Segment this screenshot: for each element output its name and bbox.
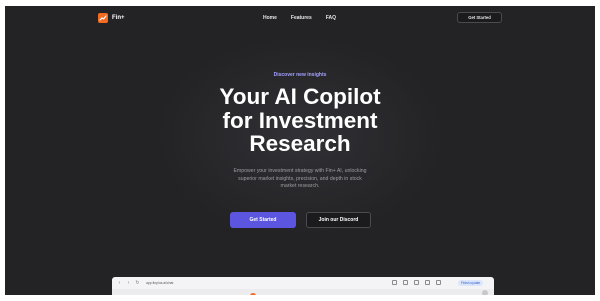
preview-url: app.finplus.ai/chat xyxy=(146,281,174,285)
chart-trend-icon xyxy=(98,13,108,23)
brand-name: Fin+ xyxy=(112,15,125,21)
get-started-button[interactable]: Get Started xyxy=(230,212,296,228)
forward-arrow-icon: › xyxy=(127,280,130,286)
hero-subtitle-line: market research. xyxy=(280,183,320,190)
hero-actions: Get Started Join our Discord xyxy=(230,212,371,228)
browser-preview: ‹ › ↻ app.finplus.ai/chat Finish update xyxy=(112,277,494,295)
app-window: Fin+ Home Features FAQ Get Started Disco… xyxy=(5,6,595,295)
profile-icon xyxy=(436,280,441,285)
nav-link-home[interactable]: Home xyxy=(263,15,277,21)
hero-subtitle-line: Empower your investment strategy with Fi… xyxy=(233,168,367,174)
back-arrow-icon: ‹ xyxy=(118,280,121,286)
hero-title-line: Your AI Copilot xyxy=(219,84,381,109)
preview-logo-dot xyxy=(250,293,256,295)
hero-subtitle-line: superior market insights, precision, and… xyxy=(238,175,362,182)
preview-update-badge: Finish update xyxy=(458,280,484,286)
join-discord-button[interactable]: Join our Discord xyxy=(306,212,371,228)
download-icon xyxy=(414,280,419,285)
hero-subtitle: Empower your investment strategy with Fi… xyxy=(5,168,595,191)
nav-links: Home Features FAQ xyxy=(263,15,336,21)
preview-nav-controls: ‹ › ↻ xyxy=(117,280,140,286)
reload-icon: ↻ xyxy=(135,280,140,286)
tab-icon xyxy=(425,280,430,285)
nav-link-faq[interactable]: FAQ xyxy=(326,15,336,21)
hero-title-line: for Investment xyxy=(222,107,378,133)
extension-icon xyxy=(392,280,397,285)
top-navbar: Fin+ Home Features FAQ Get Started xyxy=(5,6,595,30)
hero-title: Your AI Copilot for Investment Research xyxy=(5,85,595,156)
preview-content xyxy=(112,289,494,295)
nav-get-started-button[interactable]: Get Started xyxy=(457,12,502,23)
preview-toolbar: ‹ › ↻ app.finplus.ai/chat Finish update xyxy=(112,277,494,289)
hero-title-line: Research xyxy=(249,131,351,156)
bookmark-icon xyxy=(403,280,408,285)
hero-eyebrow: Discover new insights xyxy=(273,72,327,78)
nav-link-features[interactable]: Features xyxy=(291,15,312,21)
avatar xyxy=(482,290,488,295)
preview-toolbar-icons xyxy=(392,280,441,285)
brand-logo[interactable]: Fin+ xyxy=(98,13,125,23)
